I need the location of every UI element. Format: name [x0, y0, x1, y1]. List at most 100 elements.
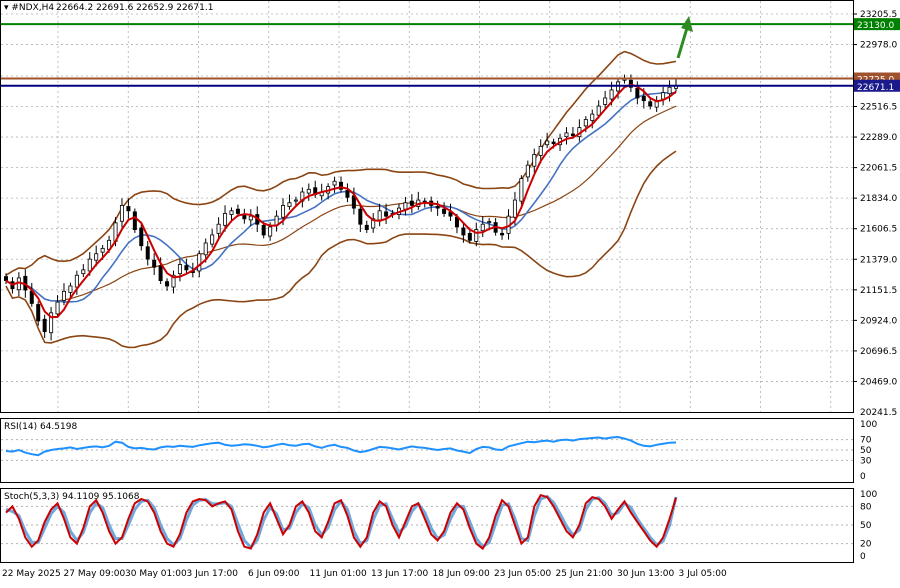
x-tick-label: 23 Jun 05:00: [494, 569, 551, 579]
candle-body: [75, 275, 78, 287]
chart-window: 20241.5 20469.0 20696.5 20924.0 21151.5 21379…: [0, 0, 900, 584]
candle-body: [668, 87, 671, 93]
price-tick-label: 21379.0: [860, 255, 897, 265]
x-axis: 22 May 202527 May 09:0030 May 01:003 Jun…: [2, 569, 727, 579]
candle-body: [591, 114, 594, 120]
candle-body: [56, 302, 59, 314]
candle-body: [165, 282, 168, 286]
rsi-panel: 0305070100RSI(14) 64.5198: [1, 419, 878, 483]
stoch-tick-label: 20: [860, 540, 872, 550]
candle-body: [384, 212, 387, 216]
candle-body: [359, 209, 362, 224]
candle-body: [236, 209, 239, 213]
candle-body: [520, 179, 523, 202]
candle-body: [513, 200, 516, 217]
x-tick-label: 18 Jun 09:00: [433, 569, 490, 579]
rsi-tick-label: 0: [860, 472, 866, 482]
x-tick-label: 22 May 2025: [2, 569, 61, 579]
candle-body: [249, 216, 252, 220]
rsi-tick-label: 50: [860, 446, 872, 456]
price-tick-label: 22978.0: [860, 41, 897, 51]
candle-body: [378, 211, 381, 220]
candle-body: [153, 260, 156, 267]
candle-body: [37, 305, 40, 321]
candle-body: [462, 228, 465, 235]
candle-body: [500, 233, 503, 235]
ohlc-readout: 22664.2 22691.6 22652.9 22671.1: [56, 3, 213, 13]
candle-body: [662, 93, 665, 99]
stochastic-panel: 0 20 50 80 100 Stoch(5,3,3) 94.1109 95.1068: [1, 489, 878, 563]
candle-body: [230, 211, 233, 215]
candle-body: [539, 146, 542, 155]
candle-body: [43, 319, 46, 331]
candle-body: [436, 206, 439, 208]
candle-body: [217, 224, 220, 233]
x-tick-label: 3 Jun 17:00: [187, 569, 239, 579]
candle-body: [159, 266, 162, 281]
x-tick-label: 11 Jun 01:00: [310, 569, 367, 579]
candle-body: [133, 212, 136, 230]
candle-body: [204, 243, 207, 255]
candle-body: [404, 203, 407, 209]
candle-body: [481, 224, 484, 230]
x-tick-label: 30 May 01:00: [125, 569, 187, 579]
candle-body: [281, 205, 284, 217]
candle-body: [140, 228, 143, 246]
candle-body: [95, 254, 98, 260]
candle-body: [185, 266, 188, 270]
price-tick-label: 22289.0: [860, 133, 897, 143]
stoch-tick-label: 50: [860, 521, 872, 531]
stoch-tick-label: 80: [860, 502, 872, 512]
candle-body: [333, 181, 336, 185]
candle-body: [82, 270, 85, 274]
candle-body: [526, 165, 529, 177]
candle-body: [69, 286, 72, 292]
x-tick-label: 30 Jun 13:00: [617, 569, 674, 579]
price-tick-label: 21151.5: [860, 286, 897, 296]
candle-body: [410, 201, 413, 205]
candle-body: [223, 213, 226, 225]
candle-body: [4, 277, 7, 281]
candle-body: [597, 106, 600, 115]
candle-body: [262, 225, 265, 235]
candle-body: [610, 90, 613, 99]
candle-body: [488, 222, 491, 223]
price-tick-label: 20924.0: [860, 316, 897, 326]
stoch-title: Stoch(5,3,3) 94.1109 95.1068: [4, 492, 140, 502]
level-label-target: 23130.0: [857, 21, 894, 31]
candle-body: [565, 133, 568, 137]
x-tick-label: 13 Jun 17:00: [371, 569, 428, 579]
candle-body: [365, 225, 368, 229]
candle-body: [649, 102, 652, 106]
rsi-tick-label: 70: [860, 436, 872, 446]
candle-body: [533, 154, 536, 166]
rsi-title: RSI(14) 64.5198: [4, 422, 77, 432]
rsi-tick-label: 100: [860, 420, 877, 430]
price-tick-label: 20469.0: [860, 377, 897, 387]
candle-body: [571, 134, 574, 136]
candle-body: [636, 88, 639, 98]
candle-body: [552, 142, 555, 144]
candle-body: [642, 96, 645, 100]
price-tick-label: 21834.0: [860, 194, 897, 204]
candle-body: [62, 291, 65, 300]
stoch-tick-label: 0: [860, 552, 866, 562]
price-tick-label: 20241.5: [860, 408, 897, 418]
candle-body: [127, 206, 130, 210]
stoch-tick-label: 100: [860, 490, 877, 500]
candle-body: [294, 200, 297, 201]
x-tick-label: 25 Jun 21:00: [556, 569, 613, 579]
candle-body: [288, 203, 291, 207]
level-label-current: 22671.1: [857, 83, 894, 93]
candle-body: [88, 259, 91, 271]
candle-body: [178, 264, 181, 273]
price-tick-label: 20696.5: [860, 347, 897, 357]
candle-body: [269, 227, 272, 236]
candle-body: [120, 205, 123, 221]
x-tick-label: 6 Jun 09:00: [248, 569, 300, 579]
candle-body: [346, 190, 349, 197]
candle-body: [584, 119, 587, 125]
x-tick-label: 27 May 09:00: [64, 569, 126, 579]
candle-body: [198, 254, 201, 271]
candle-body: [546, 141, 549, 145]
